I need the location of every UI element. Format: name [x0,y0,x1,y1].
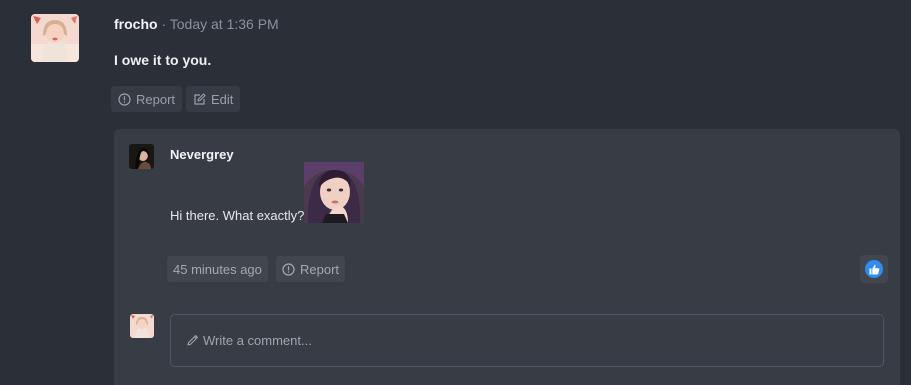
comment-author-avatar[interactable] [129,144,154,169]
comment-body-text: Hi there. What exactly? [170,208,305,223]
post-author-name[interactable]: frocho [114,16,158,32]
comment-report-button[interactable]: Report [276,256,346,282]
pencil-icon [186,334,199,347]
composer-avatar [130,314,154,338]
comment-input[interactable]: Write a comment... [170,314,884,367]
post-body-text: I owe it to you. [114,52,212,68]
comment-sticker-image[interactable] [304,162,364,223]
report-button[interactable]: Report [111,86,183,112]
edit-icon [193,92,206,106]
header-separator: · [157,16,170,32]
info-circle-icon [282,262,295,276]
like-button[interactable] [860,255,888,283]
report-button-label: Report [136,91,176,107]
comment-report-label: Report [300,261,340,277]
comments-panel: Nevergrey Hi there. What exactly? 45 min… [114,129,900,385]
comment-author-name[interactable]: Nevergrey [170,147,234,162]
post-container: frocho · Today at 1:36 PM I owe it to yo… [0,0,911,385]
edit-button[interactable]: Edit [186,86,241,112]
info-circle-icon [118,92,131,106]
comment-timestamp[interactable]: 45 minutes ago [167,256,268,282]
thumbs-up-icon [865,260,883,278]
comment-input-placeholder: Write a comment... [203,333,312,348]
post-timestamp[interactable]: Today at 1:36 PM [170,16,279,32]
post-author-avatar[interactable] [31,14,79,62]
post-header: frocho · Today at 1:36 PM [114,16,279,32]
edit-button-label: Edit [211,91,234,107]
